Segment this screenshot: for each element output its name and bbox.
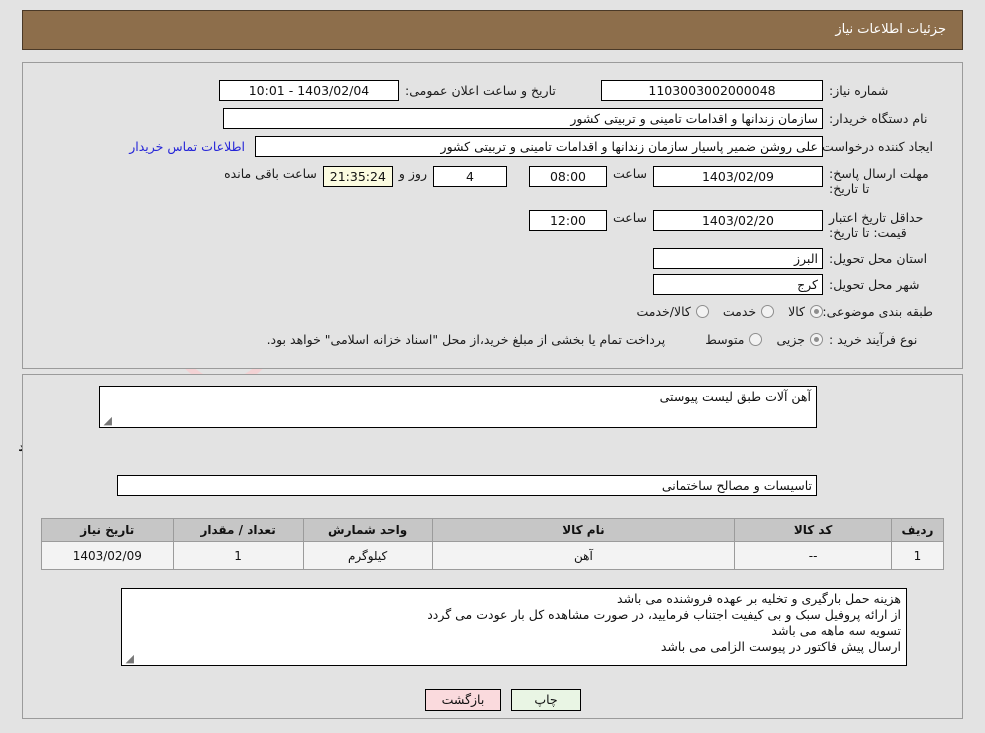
row-deadline: مهلت ارسال پاسخ: تا تاریخ: 1403/02/09 سا… bbox=[218, 166, 933, 196]
category-option-goods-service[interactable]: کالا/خدمت bbox=[636, 304, 709, 319]
remaining-suffix-label: ساعت باقی مانده bbox=[224, 166, 317, 181]
need-number-label: شماره نیاز: bbox=[829, 82, 889, 98]
th-code: کد کالا bbox=[734, 518, 892, 542]
treasury-note: پرداخت تمام یا بخشی از مبلغ خرید،از محل … bbox=[266, 332, 666, 347]
cell-unit: کیلوگرم bbox=[302, 541, 433, 570]
cell-date: 1403/02/09 bbox=[41, 541, 174, 570]
th-unit: واحد شمارش bbox=[302, 518, 433, 542]
buyer-org-label: نام دستگاه خریدار: bbox=[829, 110, 928, 126]
row-need-number: شماره نیاز: 1103003002000048 bbox=[601, 80, 933, 101]
public-announce-value: 1403/02/04 - 10:01 bbox=[219, 80, 399, 101]
deadline-label: مهلت ارسال پاسخ: تا تاریخ: bbox=[829, 166, 929, 196]
cell-name: آهن bbox=[431, 541, 736, 570]
buyer-notes-textarea[interactable]: هزینه حمل بارگیری و تخلیه بر عهده فروشند… bbox=[121, 588, 907, 666]
page-root: AriaTender.net جزئیات اطلاعات نیاز شماره… bbox=[0, 0, 985, 733]
process-option-medium[interactable]: متوسط bbox=[705, 332, 763, 347]
row-province: استان محل تحویل: البرز bbox=[653, 248, 933, 269]
notes-line-2: از ارائه پروفیل سبک و بی کیفیت اجتناب فر… bbox=[427, 607, 901, 622]
back-button[interactable]: بازگشت bbox=[425, 689, 501, 711]
radio-icon-service[interactable] bbox=[761, 305, 775, 318]
requester-label: ایجاد کننده درخواست: bbox=[817, 138, 933, 154]
buyer-contact-link[interactable]: اطلاعات تماس خریدار bbox=[129, 139, 245, 154]
th-radif: ردیف bbox=[890, 518, 945, 542]
process-option-minor-label: جزیی bbox=[776, 332, 805, 347]
notes-line-3: تسویه سه ماهه می باشد bbox=[771, 623, 901, 638]
requester-value: علی روشن ضمیر پاسیار سازمان زندانها و اق… bbox=[255, 136, 823, 157]
th-name: نام کالا bbox=[431, 518, 736, 542]
goods-table: ردیف کد کالا نام کالا واحد شمارش تعداد /… bbox=[41, 518, 945, 570]
th-date: تاریخ نیاز bbox=[41, 518, 174, 542]
page-title: جزئیات اطلاعات نیاز bbox=[835, 22, 946, 37]
category-option-goods-service-label: کالا/خدمت bbox=[636, 304, 691, 319]
radio-icon-minor[interactable] bbox=[810, 333, 823, 346]
cell-radif: 1 bbox=[890, 541, 945, 570]
summary-value: آهن آلات طبق لیست پیوستی bbox=[659, 389, 811, 404]
deadline-date-value: 1403/02/09 bbox=[653, 166, 823, 187]
process-option-minor[interactable]: جزیی bbox=[776, 332, 823, 347]
th-qty: تعداد / مقدار bbox=[172, 518, 304, 542]
city-label: شهر محل تحویل: bbox=[829, 276, 920, 292]
deadline-time-value: 08:00 bbox=[528, 166, 607, 187]
row-city: شهر محل تحویل: کرج bbox=[653, 274, 933, 295]
row-price-validity: حداقل تاریخ اعتبار قیمت: تا تاریخ: 1403/… bbox=[528, 210, 933, 240]
table-row: 1 -- آهن کیلوگرم 1 1403/02/09 bbox=[41, 541, 945, 570]
price-valid-date-value: 1403/02/20 bbox=[653, 210, 823, 231]
print-button[interactable]: چاپ bbox=[511, 689, 581, 711]
category-option-service-label: خدمت bbox=[722, 304, 757, 319]
process-option-medium-label: متوسط bbox=[705, 332, 745, 347]
category-option-service[interactable]: خدمت bbox=[722, 304, 775, 319]
page-title-bar: جزئیات اطلاعات نیاز bbox=[22, 10, 963, 50]
notes-line-1: هزینه حمل بارگیری و تخلیه بر عهده فروشند… bbox=[617, 591, 901, 606]
row-requester: ایجاد کننده درخواست: علی روشن ضمیر پاسیا… bbox=[129, 136, 933, 157]
price-valid-hour-label: ساعت bbox=[612, 210, 647, 225]
category-option-goods-label: کالا bbox=[788, 304, 805, 319]
radio-icon-goods[interactable] bbox=[810, 305, 823, 318]
public-announce-label: تاریخ و ساعت اعلان عمومی: bbox=[405, 82, 556, 98]
price-valid-label: حداقل تاریخ اعتبار قیمت: تا تاریخ: bbox=[829, 210, 924, 240]
row-buyer-org: نام دستگاه خریدار: سازمان زندانها و اقدا… bbox=[223, 108, 933, 129]
process-label: نوع فرآیند خرید : bbox=[829, 331, 918, 347]
need-number-value: 1103003002000048 bbox=[601, 80, 823, 101]
province-label: استان محل تحویل: bbox=[829, 250, 928, 266]
days-remaining-value: 4 bbox=[432, 166, 507, 187]
radio-icon-medium[interactable] bbox=[749, 333, 763, 346]
resize-grip-icon-notes[interactable]: ◢ bbox=[124, 653, 134, 664]
row-process: نوع فرآیند خرید : جزیی متوسط پرداخت تمام… bbox=[267, 332, 933, 347]
row-public-announce: تاریخ و ساعت اعلان عمومی: 1403/02/04 - 1… bbox=[219, 80, 595, 101]
category-option-goods[interactable]: کالا bbox=[788, 304, 823, 319]
cell-qty: 1 bbox=[172, 541, 304, 570]
city-value: کرج bbox=[653, 274, 823, 295]
radio-icon-goods-service[interactable] bbox=[695, 305, 709, 318]
row-category: طبقه بندی موضوعی: کالا خدمت کالا/خدمت bbox=[622, 304, 933, 319]
notes-line-4: ارسال پیش فاکتور در پیوست الزامی می باشد bbox=[660, 639, 901, 654]
table-header-row: ردیف کد کالا نام کالا واحد شمارش تعداد /… bbox=[41, 518, 945, 542]
goods-group-value: تاسیسات و مصالح ساختمانی bbox=[117, 475, 817, 496]
deadline-hour-label: ساعت bbox=[612, 166, 647, 181]
days-word-label: روز و bbox=[398, 166, 427, 181]
cell-code: -- bbox=[734, 541, 892, 570]
summary-textarea[interactable]: آهن آلات طبق لیست پیوستی ◢ bbox=[99, 386, 817, 428]
province-value: البرز bbox=[653, 248, 823, 269]
buyer-org-value: سازمان زندانها و اقدامات تامینی و تربیتی… bbox=[223, 108, 823, 129]
time-remaining-value: 21:35:24 bbox=[322, 166, 393, 187]
resize-grip-icon[interactable]: ◢ bbox=[102, 415, 112, 426]
category-label: طبقه بندی موضوعی: bbox=[822, 303, 933, 319]
price-valid-time-value: 12:00 bbox=[528, 210, 607, 231]
